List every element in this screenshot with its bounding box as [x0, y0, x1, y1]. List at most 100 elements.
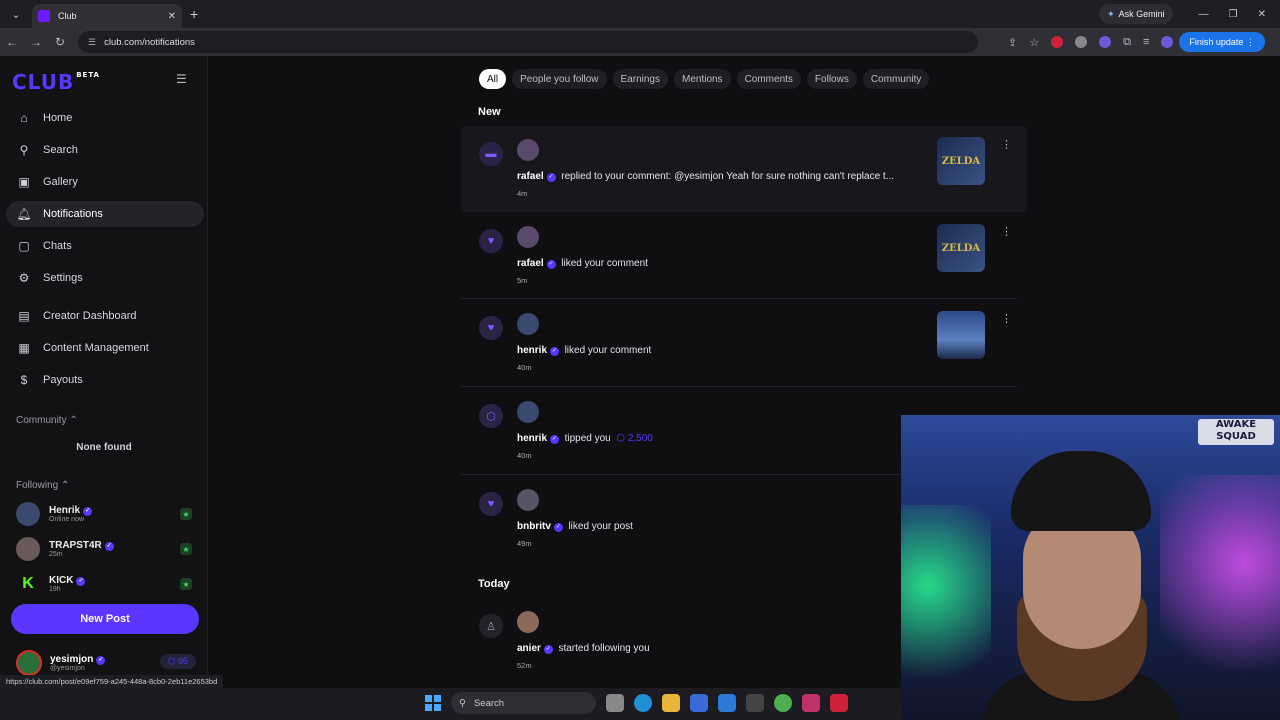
back-icon[interactable]: ←	[0, 35, 24, 49]
sidebar-item-settings[interactable]: ⚙ Settings	[6, 265, 204, 291]
avatar[interactable]	[517, 489, 539, 511]
notification-user[interactable]: rafael	[517, 171, 544, 182]
edge-icon[interactable]	[634, 694, 652, 712]
windows-start-icon[interactable]	[425, 695, 441, 711]
sidebar-item-gallery[interactable]: ▣ Gallery	[6, 169, 204, 195]
filter-comments[interactable]: Comments	[736, 69, 801, 89]
app-pin-icon[interactable]	[802, 694, 820, 712]
filter-mentions[interactable]: Mentions	[673, 69, 731, 89]
sidebar-item-search[interactable]: ⚲ Search	[6, 137, 204, 163]
profile-avatar-icon[interactable]	[1161, 36, 1174, 48]
live-status-icon: ★	[180, 508, 192, 520]
url-text: club.com/notifications	[104, 36, 195, 48]
ask-gemini-label: Ask Gemini	[1118, 9, 1165, 19]
notification-item[interactable]: ▬ rafael ✓ replied to your comment: @yesi…	[461, 126, 1027, 212]
notification-item[interactable]: ♥ rafael ✓ liked your comment 5m ZELDA ⋮	[461, 213, 1027, 299]
sidebar-item-notifications[interactable]: 🔔︎ Notifications	[6, 201, 204, 227]
menu-icon[interactable]: ☰	[176, 72, 192, 86]
points-badge[interactable]: ⬡ 95	[159, 654, 196, 669]
notification-user[interactable]: henrik	[517, 433, 547, 444]
url-field[interactable]: ☰ club.com/notifications	[78, 31, 978, 53]
club-logo[interactable]: CLUB BETA	[12, 70, 100, 94]
filter-earnings[interactable]: Earnings	[612, 69, 668, 89]
windows-taskbar: ⚲ Search	[0, 688, 901, 720]
store-icon[interactable]	[690, 694, 708, 712]
notification-user[interactable]: rafael	[517, 258, 544, 269]
notification-user[interactable]: bnbritv	[517, 521, 551, 532]
thumbnail-text: ZELDA	[941, 242, 981, 254]
avatar[interactable]	[517, 611, 539, 633]
sidebar-item-label: Payouts	[43, 374, 83, 386]
notification-user[interactable]: henrik	[517, 345, 547, 356]
community-toggle[interactable]: Community ⌃	[16, 415, 78, 426]
live-status-icon: ★	[180, 578, 192, 590]
sidebar-item-creator-dashboard[interactable]: ▤ Creator Dashboard	[6, 303, 204, 329]
more-options-icon[interactable]: ⋮	[1001, 225, 1012, 238]
file-explorer-icon[interactable]	[662, 694, 680, 712]
following-item-kick[interactable]: K KICK ✓ 19h ★	[16, 569, 196, 599]
sidebar-item-chats[interactable]: ▢ Chats	[6, 233, 204, 259]
filter-follows[interactable]: Follows	[806, 69, 857, 89]
taskbar-search[interactable]: ⚲ Search	[451, 692, 596, 714]
site-info-icon[interactable]: ☰	[88, 37, 96, 48]
group-label-new: New	[478, 106, 501, 118]
sidebar-item-content-management[interactable]: ▦ Content Management	[6, 335, 204, 361]
extensions-puzzle-icon[interactable]: ⧉	[1123, 36, 1131, 49]
more-options-icon[interactable]: ⋮	[1001, 312, 1012, 325]
minimize-icon[interactable]: —	[1199, 9, 1209, 20]
new-tab-icon[interactable]: +	[190, 6, 198, 22]
following-status: 25m	[49, 551, 63, 558]
reading-list-icon[interactable]: ≡	[1143, 36, 1149, 48]
reload-icon[interactable]: ↻	[48, 35, 72, 49]
app-icon[interactable]	[746, 694, 764, 712]
avatar[interactable]	[517, 401, 539, 423]
sidebar-item-payouts[interactable]: $ Payouts	[6, 367, 204, 393]
chrome-icon[interactable]	[774, 694, 792, 712]
avatar[interactable]	[517, 226, 539, 248]
webcam-sign: AWAKE SQUAD	[1198, 419, 1274, 445]
tab-title: Club	[58, 11, 77, 21]
tab-search-icon[interactable]: ⌄	[4, 3, 28, 25]
close-window-icon[interactable]: ✕	[1258, 9, 1266, 20]
mail-icon[interactable]	[718, 694, 736, 712]
gallery-icon: ▣	[18, 175, 30, 189]
filter-all[interactable]: All	[479, 69, 507, 89]
ask-gemini-button[interactable]: ✦ Ask Gemini	[1099, 4, 1173, 24]
following-item-trapst4r[interactable]: TRAPST4R ✓ 25m ★	[16, 534, 196, 564]
filter-community[interactable]: Community	[862, 69, 930, 89]
restore-icon[interactable]: ❐	[1229, 9, 1238, 20]
following-item-henrik[interactable]: Henrik ✓ Online now ★	[16, 499, 196, 529]
verified-icon: ✓	[543, 645, 553, 654]
heart-icon: ♥	[479, 492, 503, 516]
post-thumbnail[interactable]: ZELDA	[937, 137, 985, 185]
extension-red-icon[interactable]	[1051, 36, 1064, 48]
more-options-icon[interactable]: ⋮	[1001, 138, 1012, 151]
browser-tab[interactable]: Club ✕	[32, 4, 182, 28]
task-view-icon[interactable]	[606, 694, 624, 712]
post-thumbnail[interactable]: ZELDA	[937, 224, 985, 272]
extension-gray-icon[interactable]	[1075, 36, 1088, 48]
extension-purple-icon[interactable]	[1099, 36, 1112, 48]
avatar[interactable]	[517, 139, 539, 161]
filter-people-you-follow[interactable]: People you follow	[512, 69, 607, 89]
new-post-button[interactable]: New Post	[11, 604, 199, 634]
forward-icon[interactable]: →	[24, 35, 48, 49]
notification-item[interactable]: ♥ henrik ✓ liked your comment 40m ⋮	[461, 300, 1027, 386]
post-thumbnail[interactable]	[937, 311, 985, 359]
following-toggle[interactable]: Following ⌃	[16, 480, 69, 491]
close-tab-icon[interactable]: ✕	[168, 11, 176, 22]
sidebar-item-label: Content Management	[43, 342, 149, 354]
notification-time: 49m	[517, 539, 532, 548]
chevron-up-icon: ⌃	[69, 415, 78, 426]
avatar[interactable]	[517, 313, 539, 335]
notification-time: 40m	[517, 363, 532, 372]
notification-user[interactable]: anier	[517, 643, 541, 654]
sidebar-item-home[interactable]: ⌂ Home	[6, 105, 204, 131]
install-app-icon[interactable]: ⇪	[1008, 36, 1017, 49]
app-red-icon[interactable]	[830, 694, 848, 712]
sidebar-item-label: Settings	[43, 272, 83, 284]
bookmark-star-icon[interactable]: ☆	[1029, 36, 1039, 49]
finish-update-button[interactable]: Finish update ⋮	[1179, 32, 1265, 52]
address-bar-row: ← → ↻ ☰ club.com/notifications ⇪ ☆ ⧉ ≡ F…	[0, 28, 1280, 56]
sidebar-item-label: Gallery	[43, 176, 78, 188]
